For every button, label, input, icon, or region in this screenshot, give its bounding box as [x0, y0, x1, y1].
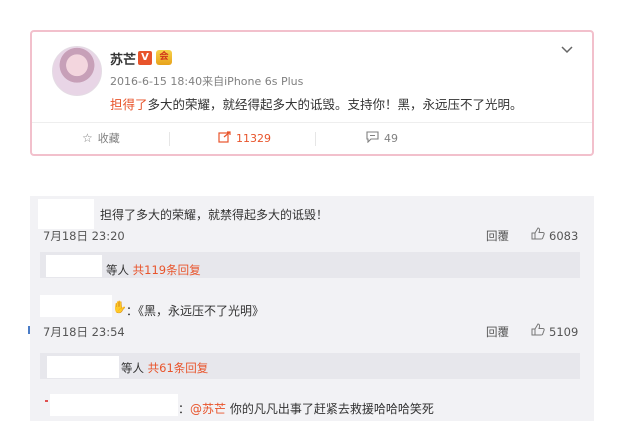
- reply-button[interactable]: 回覆: [486, 228, 509, 244]
- mention-link[interactable]: @苏芒: [190, 402, 226, 416]
- redacted-username: [50, 394, 178, 416]
- comment-text: ：@苏芒 你的凡凡出事了赶紧去救援哈哈哈笑死: [178, 402, 434, 416]
- repost-button[interactable]: 11329: [218, 128, 271, 148]
- repost-icon: [218, 130, 231, 146]
- comment-text: 担得了多大的荣耀，就禁得起多大的诋毁！: [100, 208, 329, 222]
- comment-icon: [366, 130, 379, 146]
- post-body-text: 多大的荣耀，就经得起多大的诋毁。支持你！黑，永远压不了光明。: [147, 97, 523, 112]
- verified-badge-icon: V: [138, 51, 152, 65]
- comment-text: ：《黑，永远压不了光明》: [126, 304, 265, 318]
- action-separator: [169, 132, 170, 146]
- weibo-post-card: 苏芒 V 会 2016-6-15 18:40来自iPhone 6s Plus 担…: [30, 30, 594, 156]
- edge-marker: [45, 400, 48, 402]
- comment-button[interactable]: 49: [366, 128, 398, 148]
- post-body: 担得了多大的荣耀，就经得起多大的诋毁。支持你！黑，永远压不了光明。: [110, 94, 523, 113]
- comment-time: 7月18日 23:20: [43, 229, 125, 243]
- favorite-label: 收藏: [97, 132, 120, 145]
- username[interactable]: 苏芒: [110, 49, 136, 68]
- sub-replies-prefix: 等人: [121, 361, 144, 375]
- post-source: 来自iPhone 6s Plus: [202, 75, 304, 88]
- star-icon: ☆: [82, 131, 93, 145]
- vip-badge-icon: 会: [156, 50, 172, 65]
- like-count: 6083: [549, 228, 579, 243]
- post-highlight: 担得了: [110, 97, 148, 112]
- redacted-username: [38, 199, 94, 229]
- reply-button[interactable]: 回覆: [486, 324, 509, 340]
- like-button[interactable]: 5109: [531, 323, 578, 340]
- sub-replies-count[interactable]: 共61条回复: [148, 361, 209, 375]
- post-time: 2016-6-15 18:40来自iPhone 6s Plus: [110, 73, 303, 89]
- sub-replies-count[interactable]: 共119条回复: [133, 263, 201, 277]
- post-divider: [32, 122, 592, 123]
- vip-hand-icon: ✋: [112, 300, 127, 314]
- repost-count: 11329: [236, 131, 271, 145]
- edge-marker: [28, 326, 30, 334]
- action-separator: [315, 132, 316, 146]
- comment-body: 你的凡凡出事了赶紧去救援哈哈哈笑死: [229, 402, 434, 416]
- redacted-username: [46, 255, 102, 277]
- thumbs-up-icon: [531, 323, 545, 340]
- comment-time: 7月18日 23:54: [43, 325, 125, 339]
- like-count: 5109: [549, 324, 579, 339]
- sub-replies-prefix: 等人: [106, 263, 129, 277]
- sub-replies-summary[interactable]: 等人 共61条回复: [121, 360, 208, 376]
- thumbs-up-icon: [531, 227, 545, 244]
- redacted-username: [40, 295, 112, 317]
- comment-count: 49: [384, 131, 398, 145]
- redacted-username: [47, 356, 119, 378]
- avatar[interactable]: [52, 46, 102, 96]
- favorite-button[interactable]: ☆ 收藏: [82, 128, 120, 148]
- post-timestamp[interactable]: 2016-6-15 18:40: [110, 75, 202, 88]
- sub-replies-summary[interactable]: 等人 共119条回复: [106, 262, 201, 278]
- chevron-down-icon[interactable]: [560, 44, 574, 58]
- like-button[interactable]: 6083: [531, 227, 578, 244]
